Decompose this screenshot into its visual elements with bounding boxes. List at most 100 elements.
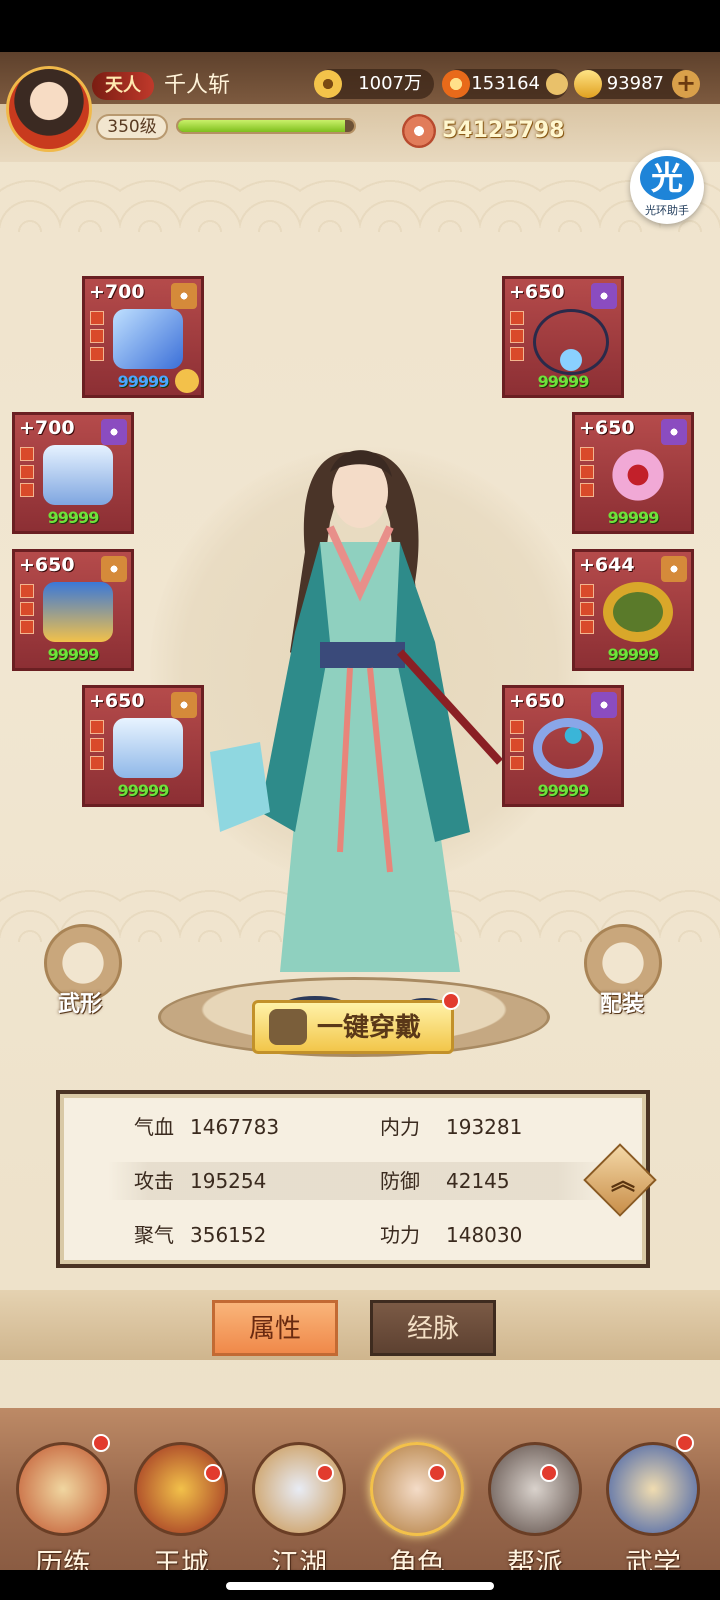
equip-stars: 99999 bbox=[47, 645, 100, 664]
ingot-resource[interactable]: 93987 + bbox=[574, 69, 700, 99]
home-indicator[interactable] bbox=[226, 1582, 494, 1590]
nav-guild[interactable]: 帮派 bbox=[480, 1442, 590, 1570]
stat-row: 气血 1467783 内力 193281 bbox=[108, 1108, 608, 1146]
stat-value: 193281 bbox=[446, 1115, 523, 1139]
stat-value: 1467783 bbox=[190, 1115, 280, 1139]
notification-dot bbox=[428, 1464, 446, 1482]
notification-dot bbox=[442, 992, 460, 1010]
scroll-icon bbox=[16, 1442, 110, 1536]
equip-stars: 99999 bbox=[47, 508, 100, 527]
add-ingot-button[interactable]: + bbox=[672, 70, 700, 98]
notification-dot bbox=[92, 1434, 110, 1452]
nav-jianghu[interactable]: 江湖 bbox=[244, 1442, 354, 1570]
nav-martial-arts[interactable]: 武学 bbox=[598, 1442, 708, 1570]
equip-all-button[interactable]: 一键穿戴 bbox=[252, 1000, 454, 1054]
top-status-bar: 天人 千人斩 350级 1007万 153164 93987 + 5412579… bbox=[0, 52, 720, 162]
tab-bar bbox=[0, 1290, 720, 1360]
equip-level: +650 bbox=[89, 690, 145, 712]
equip-slot-necklace[interactable]: +650 99999 bbox=[502, 276, 624, 398]
nav-label: 武学 bbox=[624, 1547, 681, 1570]
equip-level: +650 bbox=[19, 554, 75, 576]
nav-training[interactable]: 历练 bbox=[8, 1442, 118, 1570]
player-name: 千人斩 bbox=[164, 73, 231, 98]
equip-slot-ring[interactable]: +650 99999 bbox=[502, 685, 624, 807]
flame-resource[interactable]: 153164 bbox=[442, 69, 568, 99]
combat-power-icon bbox=[402, 114, 436, 148]
quality-icon bbox=[661, 556, 687, 582]
equip-slot-weapon[interactable]: +700 99999 bbox=[82, 276, 204, 398]
equip-level: +700 bbox=[89, 281, 145, 303]
equip-slot-belt[interactable]: +650 99999 bbox=[12, 549, 134, 671]
stat-value: 195254 bbox=[190, 1169, 267, 1193]
quality-icon bbox=[101, 419, 127, 445]
nav-label: 历练 bbox=[34, 1547, 91, 1570]
helper-icon: 光 bbox=[640, 156, 694, 200]
quality-icon bbox=[661, 419, 687, 445]
nav-label: 角色 bbox=[388, 1547, 445, 1570]
notification-dot bbox=[204, 1464, 222, 1482]
stat-row: 攻击 195254 防御 42145 bbox=[108, 1162, 608, 1200]
quality-icon bbox=[171, 283, 197, 309]
belt-icon bbox=[43, 582, 113, 642]
character-icon bbox=[370, 1442, 464, 1536]
quality-icon bbox=[101, 556, 127, 582]
stat-value: 356152 bbox=[190, 1223, 267, 1247]
equip-slot-armor[interactable]: +700 99999 bbox=[12, 412, 134, 534]
stat-label: 功力 bbox=[380, 1223, 420, 1247]
player-avatar[interactable] bbox=[6, 66, 92, 152]
stat-value: 42145 bbox=[446, 1169, 510, 1193]
tab-meridians[interactable]: 经脉 bbox=[370, 1300, 496, 1356]
exp-bar bbox=[176, 118, 356, 134]
martial-form-label: 武形 bbox=[58, 992, 103, 1017]
bottom-nav: 历练 王城 江湖 角色 帮派 武学 bbox=[0, 1408, 720, 1570]
loadout-label: 配装 bbox=[600, 992, 645, 1017]
gem-slots bbox=[20, 447, 34, 501]
chevron-up-icon: ︽ bbox=[611, 1167, 635, 1195]
sword-icon bbox=[252, 1442, 346, 1536]
equip-all-label: 一键穿戴 bbox=[317, 1013, 422, 1043]
palace-icon bbox=[134, 1442, 228, 1536]
equip-stars: 99999 bbox=[607, 645, 660, 664]
aura-helper-button[interactable]: 光 光环助手 bbox=[630, 150, 704, 224]
link-icon bbox=[175, 369, 199, 393]
nav-character[interactable]: 角色 bbox=[362, 1442, 472, 1570]
ring-icon bbox=[533, 718, 603, 778]
notification-dot bbox=[316, 1464, 334, 1482]
coin-stack-icon bbox=[546, 73, 568, 95]
stat-value: 148030 bbox=[446, 1223, 523, 1247]
nav-label: 帮派 bbox=[506, 1547, 563, 1570]
equip-level: +650 bbox=[579, 417, 635, 439]
equip-stars: 99999 bbox=[117, 781, 170, 800]
player-level: 350级 bbox=[96, 114, 168, 140]
boots-icon bbox=[113, 718, 183, 778]
hairpin-icon bbox=[603, 445, 673, 505]
bracelet-icon bbox=[603, 582, 673, 642]
exp-bar-fill bbox=[178, 120, 346, 132]
equip-stars: 99999 bbox=[607, 508, 660, 527]
game-screen: 天人 千人斩 350级 1007万 153164 93987 + 5412579… bbox=[0, 52, 720, 1570]
ingot-icon bbox=[574, 70, 602, 98]
equip-slot-hairpin[interactable]: +650 99999 bbox=[572, 412, 694, 534]
guild-icon bbox=[488, 1442, 582, 1536]
tab-attributes[interactable]: 属性 bbox=[212, 1300, 338, 1356]
equip-level: +700 bbox=[19, 417, 75, 439]
gem-slots bbox=[90, 720, 104, 774]
armor-swap-icon bbox=[269, 1009, 307, 1045]
quality-icon bbox=[591, 692, 617, 718]
nav-label: 江湖 bbox=[270, 1547, 327, 1570]
stat-label: 聚气 bbox=[134, 1223, 174, 1247]
flame-icon bbox=[442, 70, 470, 98]
quality-icon bbox=[171, 692, 197, 718]
equip-slot-boots[interactable]: +650 99999 bbox=[82, 685, 204, 807]
ingot-value: 93987 bbox=[606, 73, 664, 94]
nav-royal-city[interactable]: 王城 bbox=[126, 1442, 236, 1570]
equip-stars: 99999 bbox=[537, 781, 590, 800]
gauntlet-icon bbox=[113, 309, 183, 369]
nav-label: 王城 bbox=[152, 1547, 209, 1570]
gem-slots bbox=[90, 311, 104, 365]
stat-label: 攻击 bbox=[134, 1169, 174, 1193]
robe-icon bbox=[43, 445, 113, 505]
equip-slot-bracelet[interactable]: +644 99999 bbox=[572, 549, 694, 671]
equip-level: +644 bbox=[579, 554, 635, 576]
coin-resource[interactable]: 1007万 bbox=[314, 69, 434, 99]
